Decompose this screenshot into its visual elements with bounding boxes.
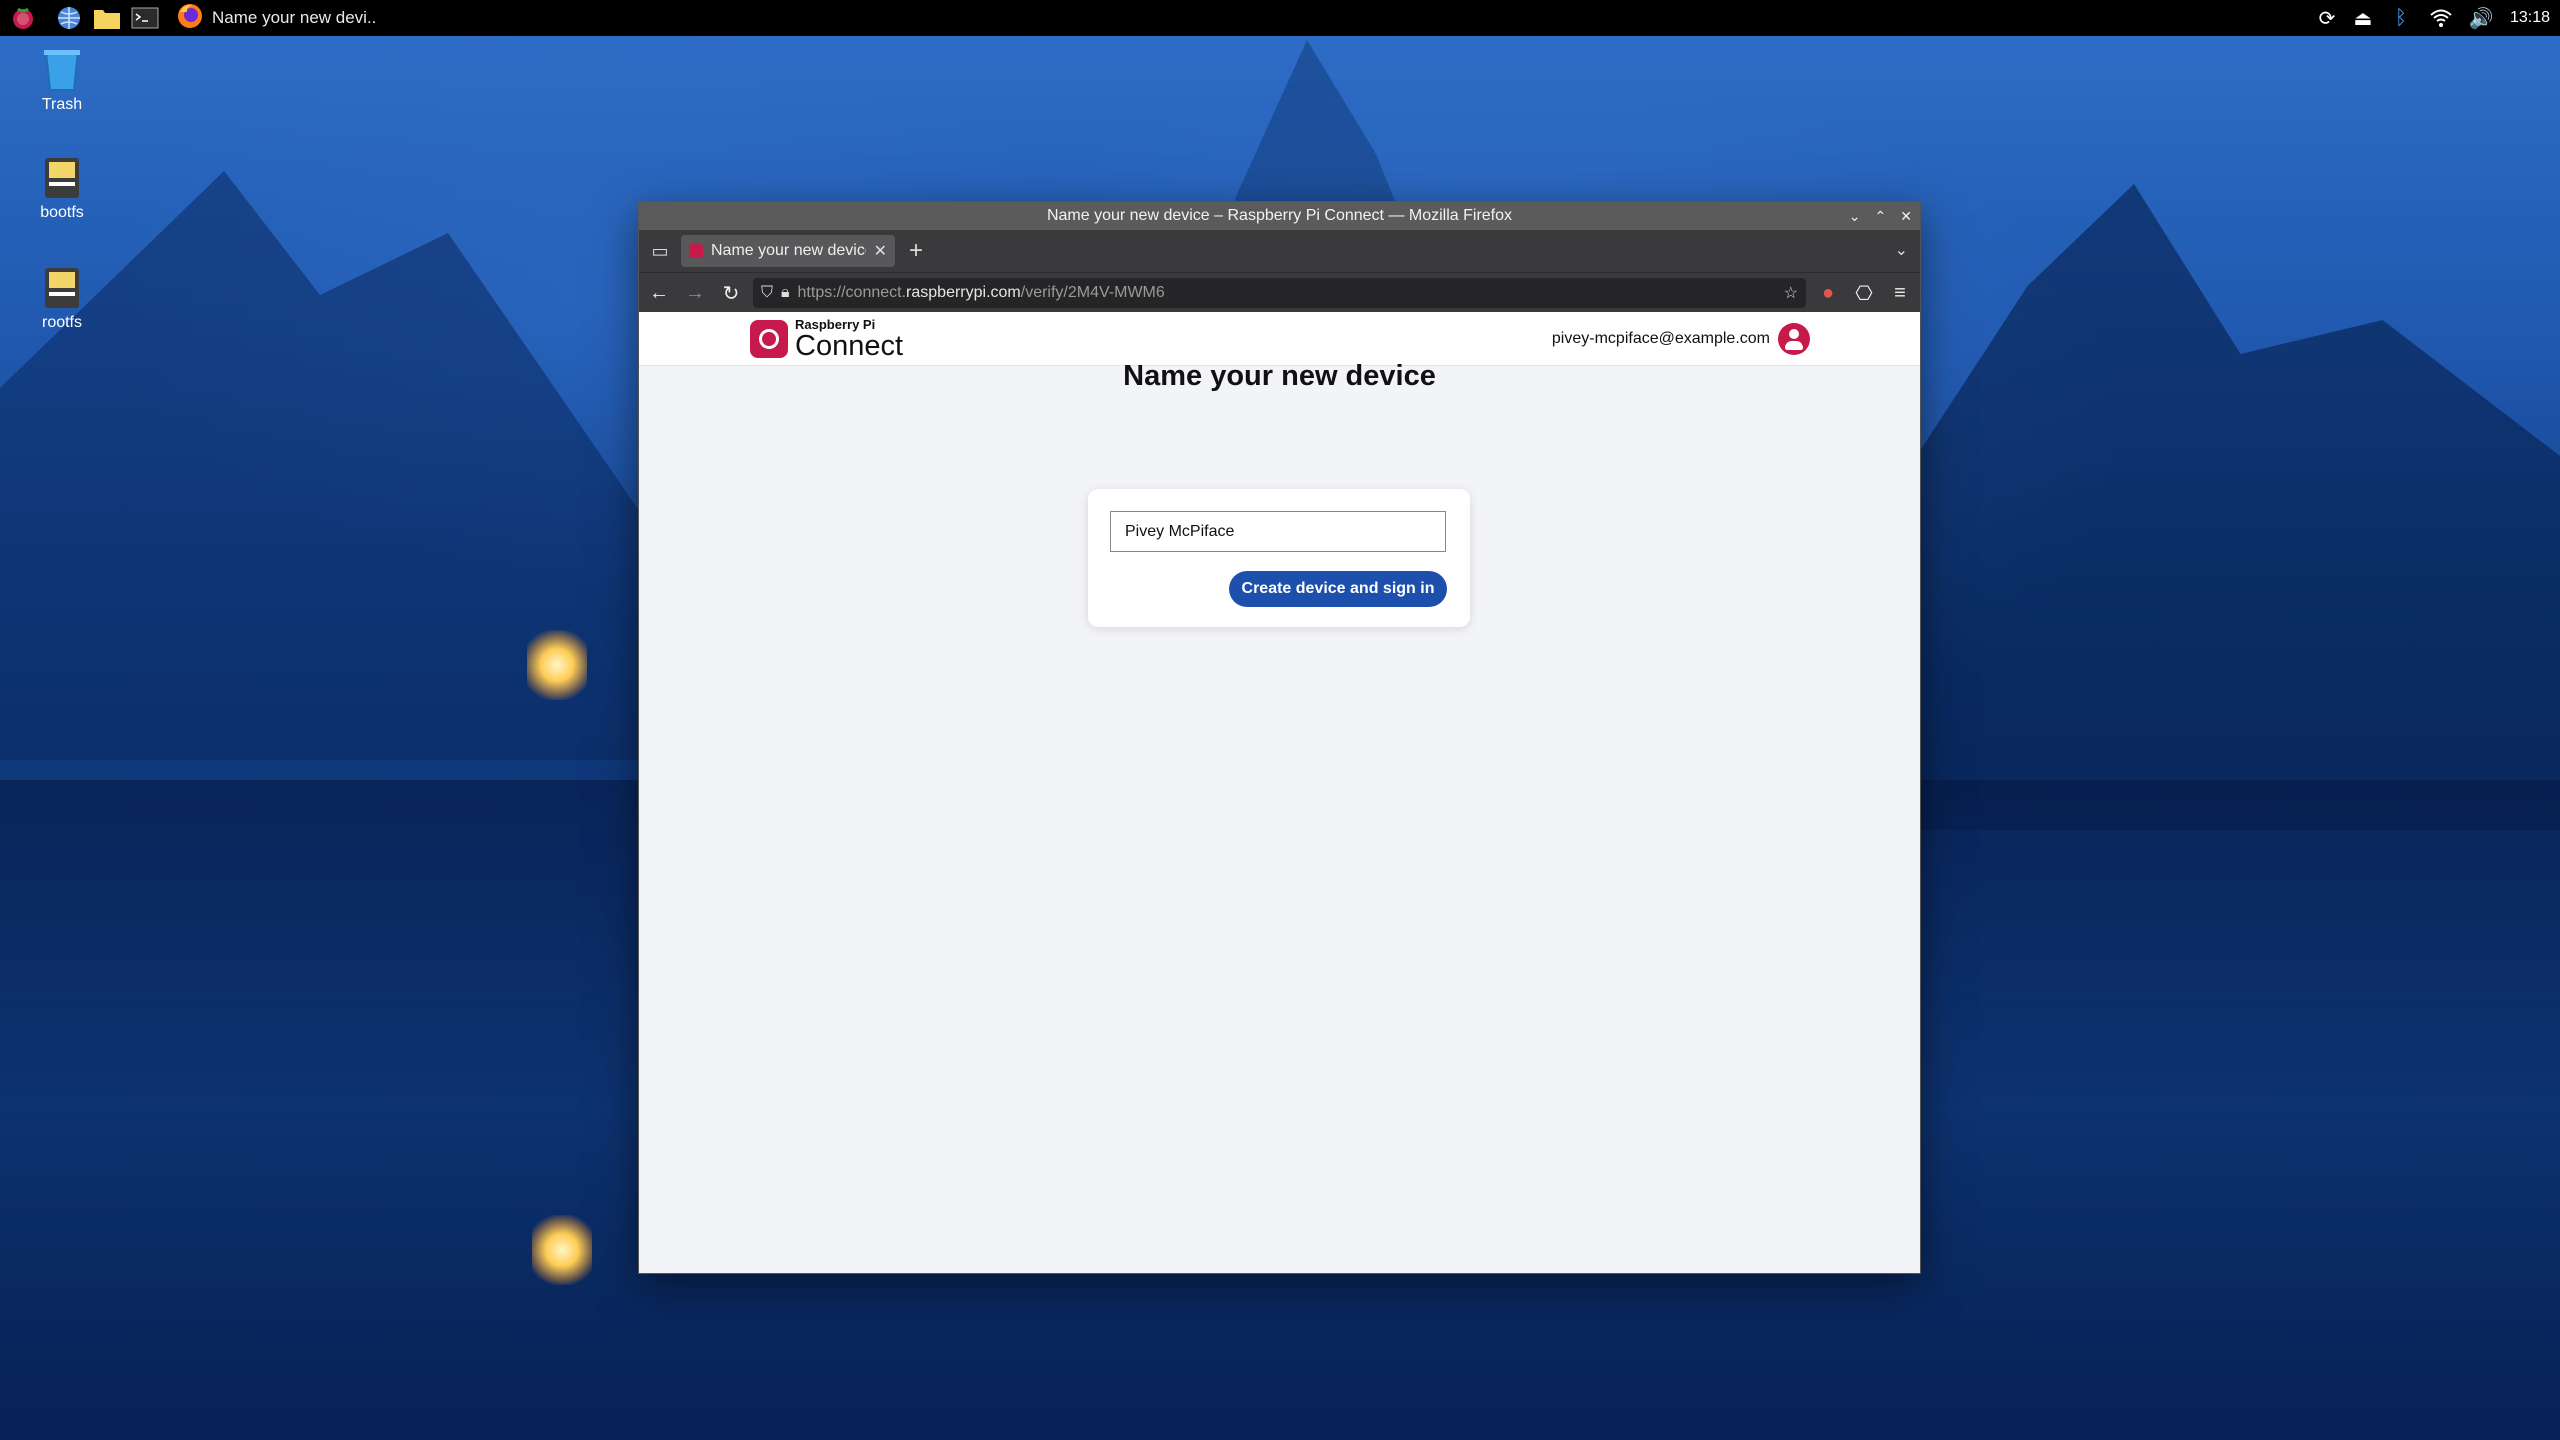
taskbar: Name your new devi.. ⟳ ⏏ ᛒ 🔊 13:18	[0, 0, 2560, 36]
connect-favicon-icon	[689, 244, 703, 258]
tab-title: Name your new device	[711, 242, 866, 259]
navigation-toolbar: ← → ↻ ⛉ 🔒︎ https://connect.raspberrypi.c…	[639, 272, 1920, 313]
bluetooth-icon[interactable]: ᛒ	[2386, 3, 2416, 33]
tab-active[interactable]: Name your new device ✕	[681, 235, 895, 267]
drive-icon	[41, 156, 83, 200]
firefox-view-icon[interactable]: ▭	[639, 241, 681, 262]
firefox-window: Name your new device – Raspberry Pi Conn…	[639, 202, 1920, 1273]
window-title: Name your new device – Raspberry Pi Conn…	[1046, 207, 1513, 224]
extensions-puzzle-icon[interactable]: ⎔	[1850, 281, 1878, 306]
desktop-icon-rootfs[interactable]: rootfs	[22, 266, 102, 332]
trash-icon	[41, 48, 83, 92]
page-viewport: Raspberry Pi Connect pivey-mcpiface@exam…	[639, 312, 1920, 1273]
brand-big-text: Connect	[795, 330, 904, 362]
site-header: Raspberry Pi Connect pivey-mcpiface@exam…	[639, 312, 1920, 366]
new-tab-icon[interactable]: +	[909, 237, 923, 265]
page-title: Name your new device	[1123, 360, 1436, 392]
connect-logo-icon	[750, 320, 788, 358]
forward-icon[interactable]: →	[681, 282, 709, 305]
wifi-icon[interactable]	[2424, 3, 2458, 33]
volume-icon[interactable]: 🔊	[2464, 3, 2498, 33]
url-bar[interactable]: ⛉ 🔒︎ https://connect.raspberrypi.com/ver…	[753, 278, 1806, 308]
file-manager-icon[interactable]	[92, 3, 122, 33]
drive-icon	[41, 266, 83, 310]
bookmark-star-icon[interactable]: ☆	[1784, 283, 1798, 303]
hamburger-menu-icon[interactable]: ≡	[1886, 282, 1914, 305]
taskbar-window-title: Name your new devi..	[212, 8, 377, 27]
taskbar-window-button[interactable]: Name your new devi..	[176, 3, 376, 33]
browser-launcher-icon[interactable]	[54, 3, 84, 33]
tab-strip: ▭ Name your new device ✕ + ⌄	[639, 230, 1920, 272]
avatar-icon[interactable]	[1778, 323, 1810, 355]
eject-icon[interactable]: ⏏	[2348, 3, 2378, 33]
update-icon[interactable]: ⟳	[2312, 3, 2342, 33]
desktop-icon-label: rootfs	[41, 314, 82, 331]
extension-icon[interactable]: ●	[1814, 282, 1842, 305]
maximize-icon[interactable]: ⌃	[1875, 208, 1887, 225]
list-tabs-chevron-icon[interactable]: ⌄	[1895, 230, 1908, 272]
firefox-icon	[176, 2, 204, 35]
clock[interactable]: 13:18	[2502, 3, 2558, 33]
tracking-shield-icon[interactable]: ⛉	[761, 284, 773, 302]
back-icon[interactable]: ←	[645, 282, 673, 305]
desktop-icon-label: Trash	[41, 96, 83, 113]
account-email[interactable]: pivey-mcpiface@example.com	[1552, 312, 1770, 365]
device-name-card: Create device and sign in	[1088, 489, 1470, 627]
close-tab-icon[interactable]: ✕	[874, 241, 887, 261]
close-window-icon[interactable]: ✕	[1900, 208, 1912, 225]
lock-icon[interactable]: 🔒︎	[781, 284, 790, 302]
raspberry-menu-icon[interactable]	[8, 3, 38, 33]
device-name-input[interactable]	[1110, 511, 1446, 552]
wallpaper-mountain	[1850, 184, 2560, 830]
terminal-icon[interactable]	[130, 3, 160, 33]
desktop-icon-trash[interactable]: Trash	[22, 48, 102, 114]
wallpaper-lantern	[527, 630, 587, 700]
connect-logo[interactable]: Raspberry Pi Connect	[750, 318, 904, 362]
wallpaper-lantern-reflection	[532, 1215, 592, 1285]
window-titlebar[interactable]: Name your new device – Raspberry Pi Conn…	[639, 202, 1920, 230]
desktop-icon-bootfs[interactable]: bootfs	[22, 156, 102, 222]
desktop-icon-label: bootfs	[40, 204, 84, 221]
reload-icon[interactable]: ↻	[717, 281, 745, 306]
minimize-icon[interactable]: ⌄	[1849, 208, 1861, 225]
url-text[interactable]: https://connect.raspberrypi.com/verify/2…	[798, 284, 1776, 302]
create-device-button[interactable]: Create device and sign in	[1229, 571, 1447, 607]
